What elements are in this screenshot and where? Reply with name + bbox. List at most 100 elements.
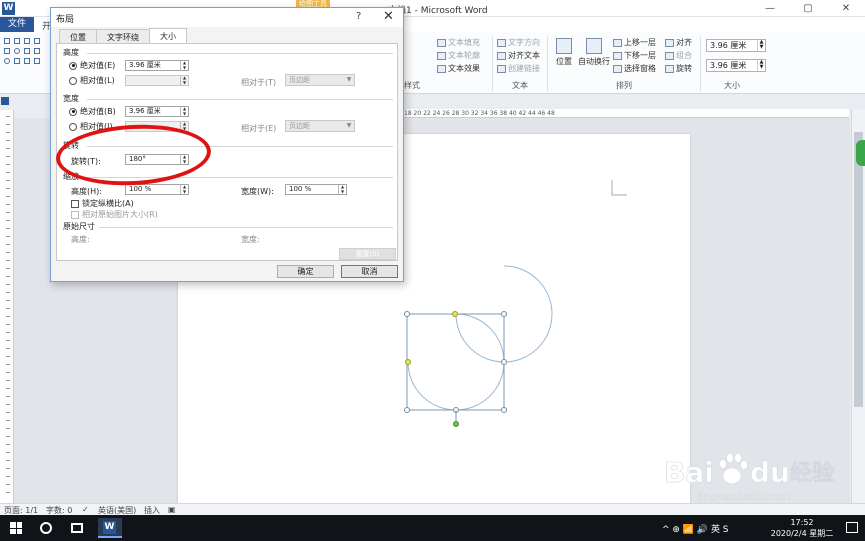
status-bar: 页面: 1/1 字数: 0 ✓ 英语(美国) 插入 ▣ xyxy=(0,503,865,515)
bring-forward-button[interactable]: 上移一层 xyxy=(613,37,656,48)
spin-arrows-icon[interactable]: ▲ ▼ xyxy=(757,60,765,71)
close-window-button[interactable]: ✕ xyxy=(827,0,865,17)
save-icon[interactable] xyxy=(1,97,9,105)
watermark-brand-du: du xyxy=(750,456,790,489)
vertical-ruler[interactable] xyxy=(0,110,14,503)
spin-arrows-icon[interactable]: ▲ ▼ xyxy=(338,184,346,194)
height-relative-radio[interactable]: 相对值(L) xyxy=(69,75,115,86)
section-divider xyxy=(87,53,393,54)
text-direction-button[interactable]: 文字方向 xyxy=(497,37,540,48)
link-icon xyxy=(497,64,506,73)
adjust-handle-top[interactable] xyxy=(452,311,458,317)
selection-pane-button[interactable]: 选择窗格 xyxy=(613,63,656,74)
spin-arrows-icon[interactable]: ▲ ▼ xyxy=(757,40,765,51)
side-plugin-button[interactable] xyxy=(856,140,865,166)
watermark-brand-cn: 经验 xyxy=(790,460,834,486)
group-icon xyxy=(665,51,674,60)
dialog-title: 布局 xyxy=(56,15,75,25)
height-section-title: 高度 xyxy=(63,48,79,57)
dialog-title-bar[interactable]: 布局 ? ✕ xyxy=(51,8,403,27)
wrap-text-button[interactable]: 自动换行 xyxy=(577,38,611,67)
height-relative-to-label: 相对于(T) xyxy=(241,78,277,87)
watermark-url: jingyan.baidu.com xyxy=(697,492,790,503)
text-effect-button[interactable]: 文本效果 xyxy=(437,63,480,74)
reset-button[interactable]: 重置(S) xyxy=(339,248,396,260)
align-button[interactable]: 对齐 xyxy=(665,37,692,48)
align-text-button[interactable]: 对齐文本 xyxy=(497,50,540,61)
shape-width-input[interactable]: 3.96 厘米 ▲ ▼ xyxy=(706,59,766,72)
scale-width-input[interactable]: 100 % ▲ ▼ xyxy=(285,184,347,195)
group-button[interactable]: 组合 xyxy=(665,50,692,61)
radio-selected-icon xyxy=(69,107,77,116)
scale-width-label: 宽度(W): xyxy=(241,187,274,196)
height-absolute-radio[interactable]: 绝对值(E) xyxy=(69,60,115,71)
lock-aspect-ratio-checkbox[interactable]: 锁定纵横比(A) xyxy=(71,198,134,209)
original-size-section-title: 原始尺寸 xyxy=(63,222,95,231)
ok-button[interactable]: 确定 xyxy=(277,265,334,278)
relative-original-size-checkbox[interactable]: 相对原始图片大小(R) xyxy=(71,209,158,220)
section-divider xyxy=(87,99,393,100)
dialog-close-icon[interactable]: ✕ xyxy=(383,9,394,24)
rotate-handle[interactable] xyxy=(453,421,459,427)
cancel-button[interactable]: 取消 xyxy=(341,265,398,278)
height-absolute-input[interactable]: 3.96 厘米 ▲ ▼ xyxy=(125,60,189,71)
height-relative-to-select[interactable]: 页边距 ▼ xyxy=(285,74,355,86)
radio-unselected-icon xyxy=(69,76,77,85)
scale-height-input[interactable]: 100 % ▲ ▼ xyxy=(125,184,189,195)
macro-record-icon[interactable]: ▣ xyxy=(168,505,176,514)
maximize-button[interactable]: ▢ xyxy=(789,0,827,17)
align-icon xyxy=(665,38,674,47)
original-width-label: 宽度: xyxy=(241,235,260,244)
tab-size[interactable]: 大小 xyxy=(149,28,187,44)
checkbox-icon xyxy=(71,199,79,208)
wordart-styles-group-label: 样式 xyxy=(404,81,420,90)
height-relative-input[interactable]: ▲ ▼ xyxy=(125,75,189,86)
ribbon-separator xyxy=(700,36,701,92)
minimize-button[interactable]: — xyxy=(751,0,789,17)
cortana-search-icon[interactable] xyxy=(40,522,52,534)
tab-position[interactable]: 位置 xyxy=(59,29,97,43)
scrollbar-thumb[interactable] xyxy=(854,132,863,407)
help-icon[interactable]: ? xyxy=(356,11,361,22)
start-button[interactable] xyxy=(10,522,22,534)
shape-gallery[interactable] xyxy=(2,36,54,70)
quick-access-toolbar xyxy=(0,94,16,108)
width-absolute-input[interactable]: 3.96 厘米 ▲ ▼ xyxy=(125,106,189,117)
spin-arrows-icon[interactable]: ▲ ▼ xyxy=(180,75,188,85)
create-link-button[interactable]: 创建链接 xyxy=(497,63,540,74)
wrap-text-icon xyxy=(586,38,602,54)
vertical-scrollbar[interactable] xyxy=(851,110,865,503)
spin-arrows-icon[interactable]: ▲ ▼ xyxy=(180,60,188,70)
horizontal-ruler[interactable]: 18 20 22 24 26 28 30 32 34 36 38 40 42 4… xyxy=(404,109,849,118)
text-group-label: 文本 xyxy=(512,81,528,90)
word-app-icon[interactable]: W xyxy=(2,2,15,15)
width-relative-to-select[interactable]: 页边距 ▼ xyxy=(285,120,355,132)
ribbon-separator xyxy=(492,36,493,92)
tab-text-wrapping[interactable]: 文字环绕 xyxy=(96,29,150,43)
rotate-icon xyxy=(665,64,674,73)
resize-handles[interactable] xyxy=(404,311,507,413)
margin-corner-mark xyxy=(611,180,627,196)
notification-icon[interactable] xyxy=(846,522,858,533)
original-height-label: 高度: xyxy=(71,235,90,244)
proofing-icon[interactable]: ✓ xyxy=(82,505,89,514)
shape-height-input[interactable]: 3.96 厘米 ▲ ▼ xyxy=(706,39,766,52)
radio-selected-icon xyxy=(69,61,77,70)
rotate-button[interactable]: 旋转 xyxy=(665,63,692,74)
adjust-handle-left[interactable] xyxy=(405,359,411,365)
taskbar-word-app[interactable]: W xyxy=(98,518,122,538)
text-direction-icon xyxy=(497,38,506,47)
text-fill-icon xyxy=(437,38,446,47)
system-tray[interactable]: ^ ⊕ 📶 🔊 英 S xyxy=(662,522,729,535)
spin-arrows-icon[interactable]: ▲ ▼ xyxy=(180,106,188,116)
text-fill-button[interactable]: 文本填充 xyxy=(437,37,480,48)
text-outline-button[interactable]: 文本轮廓 xyxy=(437,50,480,61)
taskbar-clock[interactable]: 17:52 2020/2/4 星期二 xyxy=(768,517,836,539)
task-view-icon[interactable] xyxy=(71,523,83,533)
position-button[interactable]: 位置 xyxy=(553,38,575,67)
file-tab[interactable]: 文件 xyxy=(0,17,34,32)
send-backward-button[interactable]: 下移一层 xyxy=(613,50,656,61)
arc-shape-selected[interactable] xyxy=(407,313,505,411)
width-absolute-radio[interactable]: 绝对值(B) xyxy=(69,106,116,117)
spin-arrows-icon[interactable]: ▲ ▼ xyxy=(180,184,188,194)
